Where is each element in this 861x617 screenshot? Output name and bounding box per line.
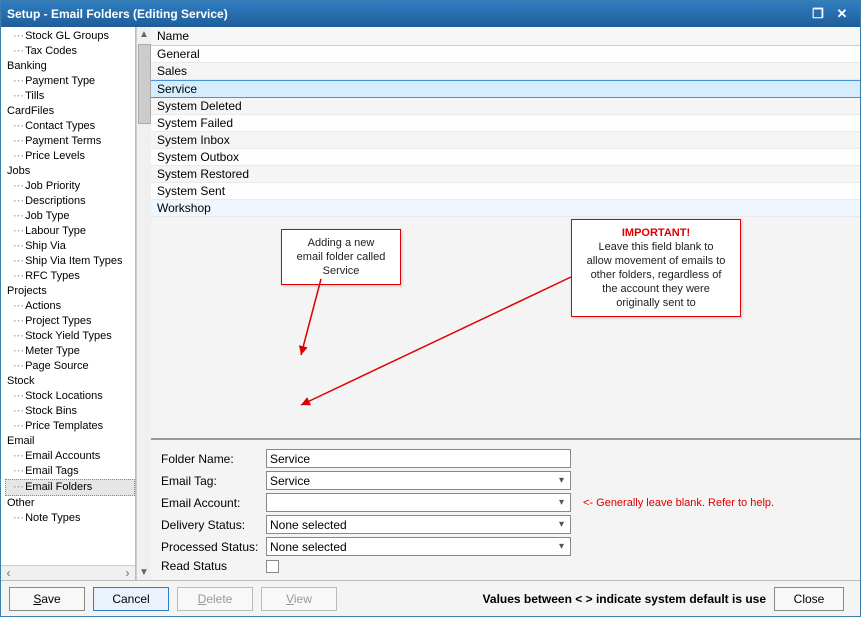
chevron-down-icon: ▾ bbox=[559, 519, 567, 530]
tree-item[interactable]: Payment Type bbox=[5, 74, 135, 89]
delivery-status-value: None selected bbox=[270, 518, 347, 532]
nav-tree[interactable]: Stock GL GroupsTax CodesBankingPayment T… bbox=[1, 27, 135, 565]
grid-row[interactable]: System Failed bbox=[151, 115, 860, 132]
scroll-down-icon[interactable]: ▼ bbox=[139, 565, 149, 580]
tree-item[interactable]: Job Type bbox=[5, 209, 135, 224]
label-email-tag: Email Tag: bbox=[161, 474, 266, 488]
save-button[interactable]: Save bbox=[9, 587, 85, 611]
label-read-status: Read Status bbox=[161, 559, 266, 573]
tree-item[interactable]: Stock Bins bbox=[5, 404, 135, 419]
read-status-checkbox[interactable] bbox=[266, 560, 279, 573]
tree-item[interactable]: Email Folders bbox=[5, 479, 135, 496]
tree-item[interactable]: Labour Type bbox=[5, 224, 135, 239]
tree-category[interactable]: Other bbox=[5, 496, 135, 511]
restore-icon[interactable]: ❐ bbox=[806, 6, 830, 22]
chevron-down-icon: ▾ bbox=[559, 541, 567, 552]
grid-row[interactable]: System Inbox bbox=[151, 132, 860, 149]
view-label-rest: iew bbox=[294, 592, 312, 606]
tree-item[interactable]: Price Templates bbox=[5, 419, 135, 434]
chevron-down-icon: ▾ bbox=[559, 475, 567, 486]
grid-row[interactable]: General bbox=[151, 46, 860, 63]
grid-row[interactable]: System Sent bbox=[151, 183, 860, 200]
email-account-select[interactable]: ▾ bbox=[266, 493, 571, 512]
tree-item[interactable]: Price Levels bbox=[5, 149, 135, 164]
grid-row[interactable]: Sales bbox=[151, 63, 860, 80]
tree-item[interactable]: Tax Codes bbox=[5, 44, 135, 59]
tree-item[interactable]: Job Priority bbox=[5, 179, 135, 194]
callout-add-folder: Adding a new email folder called Service bbox=[281, 229, 401, 285]
tree-item[interactable]: Note Types bbox=[5, 511, 135, 526]
email-tag-value: Service bbox=[270, 474, 310, 488]
folder-name-input[interactable] bbox=[266, 449, 571, 468]
save-label-rest: ave bbox=[41, 592, 60, 606]
tree-item[interactable]: Tills bbox=[5, 89, 135, 104]
footer-status: Values between < > indicate system defau… bbox=[345, 592, 774, 606]
label-folder-name: Folder Name: bbox=[161, 452, 266, 466]
callout-important-body: Leave this field blank to allow movement… bbox=[587, 241, 726, 309]
tree-item[interactable]: Actions bbox=[5, 299, 135, 314]
tree-item[interactable]: RFC Types bbox=[5, 269, 135, 284]
tree-category[interactable]: Email bbox=[5, 434, 135, 449]
grid-row[interactable]: Workshop bbox=[151, 200, 860, 217]
tree-category[interactable]: CardFiles bbox=[5, 104, 135, 119]
close-icon[interactable]: ✕ bbox=[830, 6, 854, 22]
window-title: Setup - Email Folders (Editing Service) bbox=[7, 7, 806, 21]
cancel-button[interactable]: Cancel bbox=[93, 587, 169, 611]
sidebar: Stock GL GroupsTax CodesBankingPayment T… bbox=[1, 27, 136, 580]
delete-label-rest: elete bbox=[206, 592, 232, 606]
tree-item[interactable]: Descriptions bbox=[5, 194, 135, 209]
view-button: View bbox=[261, 587, 337, 611]
footer-bar: Save Cancel Delete View Values between <… bbox=[1, 580, 860, 616]
tree-item[interactable]: Stock GL Groups bbox=[5, 29, 135, 44]
grid-row[interactable]: Service bbox=[151, 80, 860, 98]
tree-category[interactable]: Projects bbox=[5, 284, 135, 299]
email-tag-select[interactable]: Service ▾ bbox=[266, 471, 571, 490]
chevron-down-icon: ▾ bbox=[559, 497, 567, 508]
annotation-arrows bbox=[151, 217, 861, 417]
tree-item[interactable]: Project Types bbox=[5, 314, 135, 329]
grid-row[interactable]: System Outbox bbox=[151, 149, 860, 166]
tree-item[interactable]: Payment Terms bbox=[5, 134, 135, 149]
tree-item[interactable]: Email Accounts bbox=[5, 449, 135, 464]
tree-item[interactable]: Ship Via Item Types bbox=[5, 254, 135, 269]
label-delivery-status: Delivery Status: bbox=[161, 518, 266, 532]
tree-category[interactable]: Jobs bbox=[5, 164, 135, 179]
grid-empty-area: Adding a new email folder called Service… bbox=[151, 217, 860, 438]
close-button[interactable]: Close bbox=[774, 587, 844, 611]
processed-status-select[interactable]: None selected ▾ bbox=[266, 537, 571, 556]
scroll-left-icon[interactable]: ‹ bbox=[1, 566, 16, 580]
tree-item[interactable]: Email Tags bbox=[5, 464, 135, 479]
delivery-status-select[interactable]: None selected ▾ bbox=[266, 515, 571, 534]
tree-category[interactable]: Stock bbox=[5, 374, 135, 389]
sidebar-vscroll[interactable]: ▲ ▼ bbox=[136, 27, 151, 580]
scroll-thumb[interactable] bbox=[138, 44, 151, 124]
callout-important-title: IMPORTANT! bbox=[622, 227, 690, 239]
callout-important: IMPORTANT! Leave this field blank to all… bbox=[571, 219, 741, 317]
edit-form: Folder Name: Email Tag: Service ▾ Email … bbox=[151, 438, 860, 580]
tree-item[interactable]: Stock Yield Types bbox=[5, 329, 135, 344]
tree-item[interactable]: Ship Via bbox=[5, 239, 135, 254]
processed-status-value: None selected bbox=[270, 540, 347, 554]
folder-grid: Name GeneralSalesServiceSystem DeletedSy… bbox=[151, 27, 860, 217]
label-email-account: Email Account: bbox=[161, 496, 266, 510]
scroll-up-icon[interactable]: ▲ bbox=[139, 27, 149, 42]
scroll-right-icon[interactable]: › bbox=[120, 566, 135, 580]
tree-item[interactable]: Meter Type bbox=[5, 344, 135, 359]
email-account-hint: <- Generally leave blank. Refer to help. bbox=[583, 497, 774, 509]
delete-button: Delete bbox=[177, 587, 253, 611]
main-area: Stock GL GroupsTax CodesBankingPayment T… bbox=[1, 27, 860, 580]
label-processed-status: Processed Status: bbox=[161, 540, 266, 554]
title-bar: Setup - Email Folders (Editing Service) … bbox=[1, 1, 860, 27]
grid-header-name[interactable]: Name bbox=[151, 27, 860, 46]
tree-item[interactable]: Page Source bbox=[5, 359, 135, 374]
grid-row[interactable]: System Deleted bbox=[151, 98, 860, 115]
sidebar-hscroll[interactable]: ‹ › bbox=[1, 565, 135, 580]
tree-item[interactable]: Contact Types bbox=[5, 119, 135, 134]
tree-category[interactable]: Banking bbox=[5, 59, 135, 74]
grid-row[interactable]: System Restored bbox=[151, 166, 860, 183]
callout-add-text: Adding a new email folder called Service bbox=[297, 237, 386, 277]
tree-item[interactable]: Stock Locations bbox=[5, 389, 135, 404]
content-panel: Name GeneralSalesServiceSystem DeletedSy… bbox=[151, 27, 860, 580]
